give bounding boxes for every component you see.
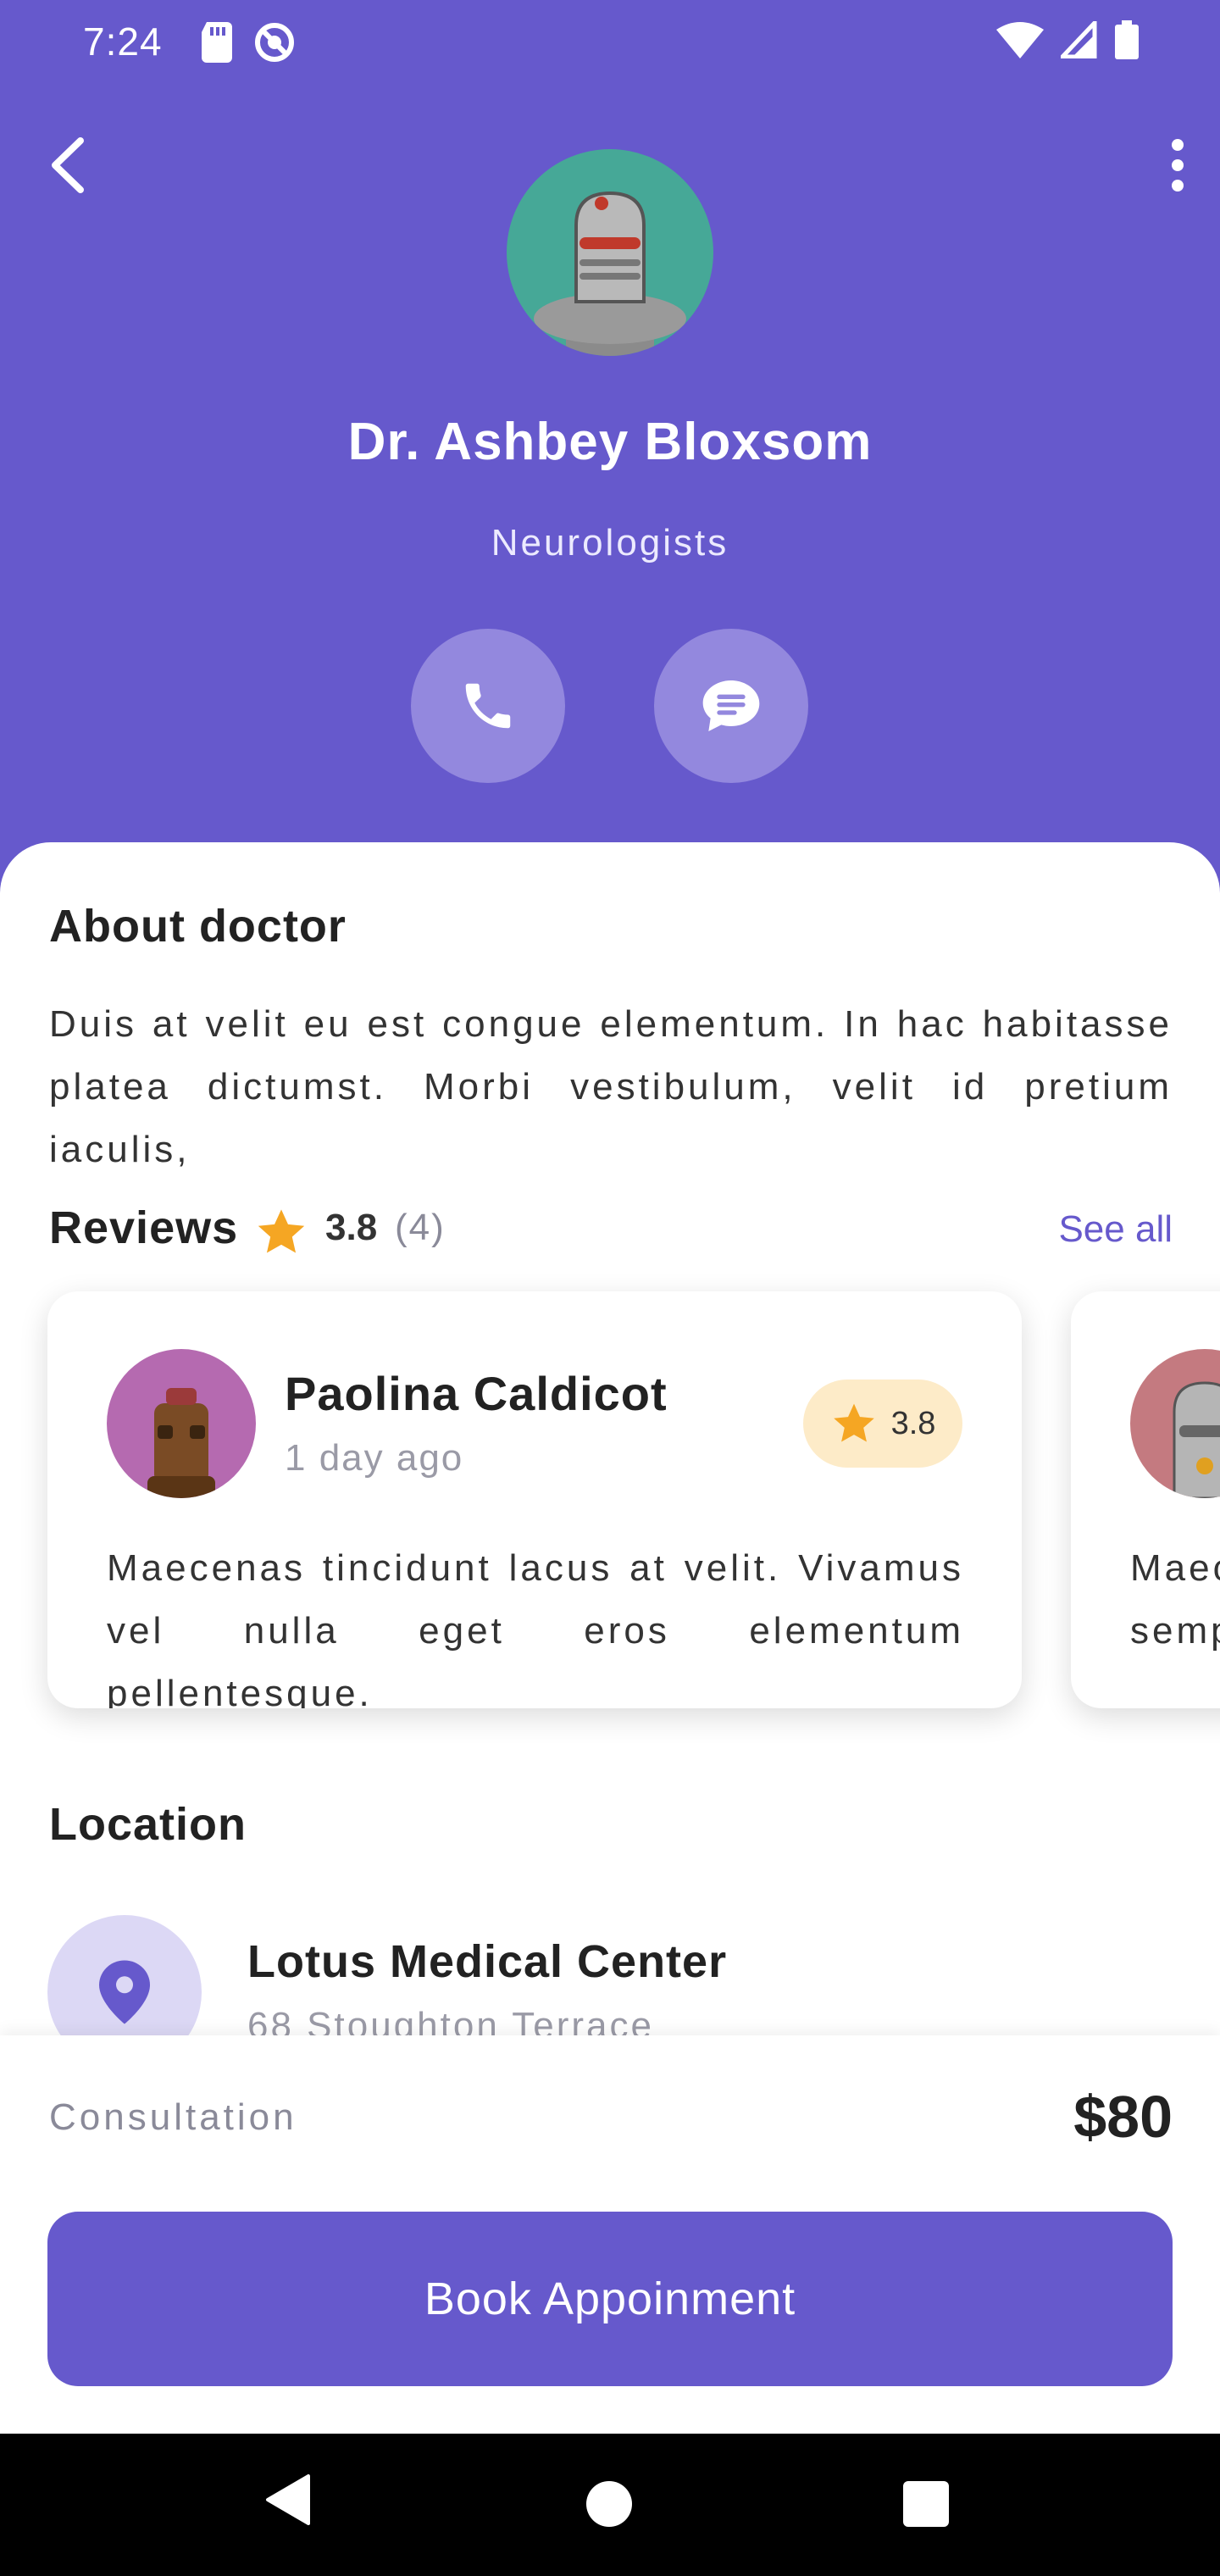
chat-button[interactable] — [654, 629, 808, 783]
nav-home-icon[interactable] — [586, 2481, 632, 2527]
status-bar: 7:24 — [0, 0, 1220, 85]
reviews-rating: 3.8 — [325, 1207, 378, 1248]
more-options-button[interactable] — [1152, 127, 1203, 203]
consultation-price: $80 — [1073, 2084, 1173, 2150]
star-icon — [258, 1209, 305, 1253]
reviewer-avatar — [107, 1349, 256, 1498]
chat-icon — [702, 680, 760, 731]
system-nav-bar — [0, 2434, 1220, 2576]
no-sync-icon — [255, 23, 294, 62]
review-rating-badge: 3.8 — [803, 1380, 962, 1468]
see-all-link[interactable]: See all — [1058, 1208, 1173, 1251]
review-text: Maec semp — [1130, 1537, 1220, 1663]
reviewer-avatar — [1130, 1349, 1220, 1498]
location-icon-circle — [47, 1915, 202, 2037]
location-title: Location — [49, 1799, 247, 1850]
battery-icon — [1115, 20, 1139, 59]
nav-back-icon[interactable] — [264, 2473, 312, 2527]
robot-avatar-image — [534, 191, 686, 356]
book-appointment-button[interactable]: Book Appoinment — [47, 2212, 1173, 2386]
about-title: About doctor — [49, 901, 347, 952]
status-time: 7:24 — [83, 19, 163, 64]
doctor-header: 7:24 Dr. Ashbey Bloxsom Neurologists — [0, 0, 1220, 898]
consultation-label: Consultation — [49, 2096, 297, 2138]
review-text-line: Maec — [1130, 1547, 1220, 1589]
review-rating-value: 3.8 — [890, 1405, 936, 1441]
signal-icon — [1061, 21, 1097, 58]
reviews-header: Reviews 3.8 (4) See all — [49, 1202, 1173, 1269]
call-button[interactable] — [411, 629, 565, 783]
robot-avatar-image — [107, 1349, 256, 1498]
doctor-specialty: Neurologists — [491, 522, 729, 564]
review-time: 1 day ago — [285, 1437, 464, 1479]
status-right-icons — [996, 20, 1139, 59]
nav-recents-icon[interactable] — [903, 2481, 949, 2527]
doctor-avatar — [507, 149, 713, 356]
review-text-line: semp — [1130, 1610, 1220, 1652]
reviews-title: Reviews — [49, 1202, 239, 1253]
details-sheet: About doctor Duis at velit eu est congue… — [0, 842, 1220, 2037]
about-text: Duis at velit eu est congue elementum. I… — [49, 1003, 1173, 1170]
booking-panel: Consultation $80 Book Appoinment — [0, 2035, 1220, 2434]
review-card[interactable]: Maec semp — [1071, 1291, 1220, 1708]
back-button[interactable] — [34, 127, 102, 203]
location-pin-icon — [99, 1960, 150, 2024]
location-address: 68 Stoughton Terrace — [247, 2005, 654, 2037]
doctor-name: Dr. Ashbey Bloxsom — [347, 413, 873, 471]
review-card[interactable]: Paolina Caldicot 1 day ago 3.8 Maecenas … — [47, 1291, 1022, 1708]
wifi-icon — [996, 22, 1044, 58]
status-left-icons — [200, 20, 297, 64]
sd-card-icon — [202, 22, 232, 63]
back-arrow-icon — [52, 137, 84, 193]
reviews-count: (4) — [395, 1207, 446, 1248]
phone-icon — [465, 683, 511, 729]
review-text: Maecenas tincidunt lacus at velit. Vivam… — [107, 1547, 964, 1708]
reviewer-name: Paolina Caldicot — [285, 1367, 668, 1420]
robot-avatar-image — [1130, 1349, 1220, 1498]
location-name: Lotus Medical Center — [247, 1936, 728, 1987]
more-vert-icon — [1172, 139, 1184, 192]
star-icon — [833, 1403, 874, 1442]
